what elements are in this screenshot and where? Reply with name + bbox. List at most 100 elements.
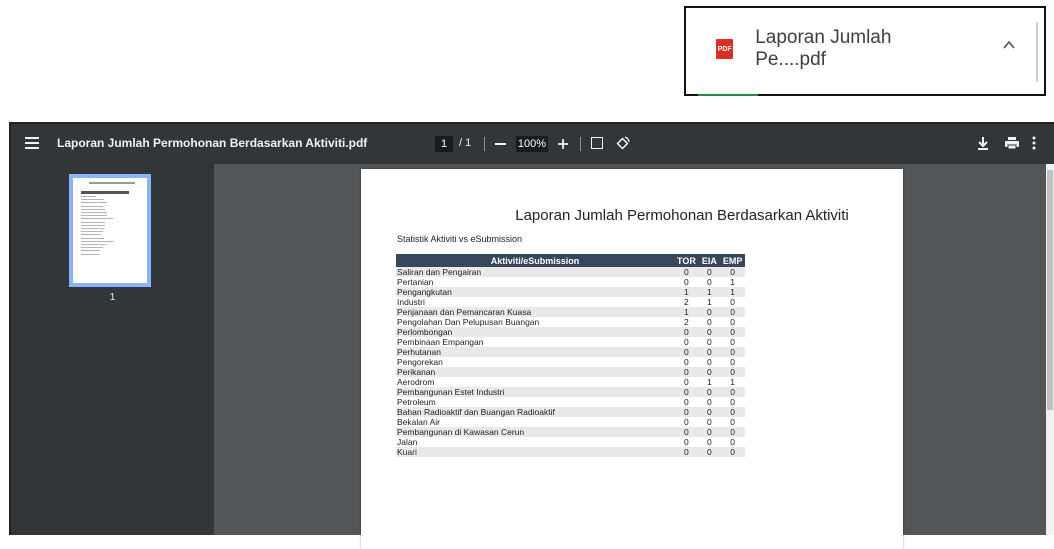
thumbnail-row-line	[81, 244, 106, 245]
thumbnail-row-line	[81, 240, 114, 242]
cell-eia: 0	[698, 367, 720, 377]
table-row: Industri 2 1 0	[396, 297, 746, 307]
cell-tor: 1	[674, 287, 699, 297]
column-header-activity: Aktiviti/eSubmission	[396, 254, 674, 267]
zoom-out-icon[interactable]	[495, 143, 506, 145]
cell-tor: 0	[674, 277, 699, 287]
cell-emp: 0	[719, 267, 746, 277]
cell-emp: 0	[719, 357, 746, 367]
pdf-viewer: Laporan Jumlah Permohonan Berdasarkan Ak…	[9, 122, 1054, 549]
viewer-toolbar: Laporan Jumlah Permohonan Berdasarkan Ak…	[11, 124, 1054, 164]
rotate-icon[interactable]	[615, 135, 631, 151]
thumbnail-row-line	[81, 208, 105, 210]
thumbnail-row-line	[81, 234, 101, 236]
cell-emp: 0	[719, 317, 746, 327]
table-row: Perhutanan 0 0 0	[396, 347, 746, 357]
cell-emp: 0	[719, 297, 746, 307]
download-progress-indicator	[698, 94, 758, 96]
document-area[interactable]: Laporan Jumlah Permohonan Berdasarkan Ak…	[214, 164, 1054, 549]
thumbnail-row-line	[81, 231, 103, 233]
cell-activity: Jalan	[396, 437, 674, 447]
zoom-level-input[interactable]: 100%	[516, 136, 548, 152]
thumbnail-title-line	[89, 182, 135, 184]
table-row: Pertanian 0 0 1	[396, 277, 746, 287]
cell-activity: Perhutanan	[396, 347, 674, 357]
table-row: Penjanaan dan Pemancaran Kuasa 1 0 0	[396, 307, 746, 317]
cell-tor: 0	[674, 337, 699, 347]
download-shelf-divider	[1036, 22, 1038, 82]
cell-activity: Pembangunan di Kawasan Cerun	[396, 427, 674, 437]
page-number-input[interactable]: 1	[435, 136, 453, 152]
download-shelf: PDF Laporan Jumlah Pe....pdf	[684, 6, 1046, 96]
cell-tor: 0	[674, 347, 699, 357]
cell-eia: 0	[698, 337, 720, 347]
table-row: Bahan Radioaktif dan Buangan Radioaktif 0…	[396, 407, 746, 417]
thumbnail-row-line	[81, 221, 105, 223]
cell-emp: 0	[719, 367, 746, 377]
thumbnail-sidebar: 1	[11, 164, 214, 535]
cell-tor: 0	[674, 417, 699, 427]
chevron-up-icon[interactable]	[1002, 38, 1016, 52]
cell-activity: Bekalan Air	[396, 417, 674, 427]
cell-activity: Saliran dan Pengairan	[396, 267, 674, 277]
cell-activity: Bahan Radioaktif dan Buangan Radioaktif	[396, 407, 674, 417]
more-options-icon[interactable]	[1032, 136, 1036, 150]
thumbnail-page-number: 1	[109, 292, 116, 303]
table-row: Bekalan Air 0 0 0	[396, 417, 746, 427]
column-header-tor: TOR	[674, 254, 699, 267]
fit-to-page-icon[interactable]	[591, 137, 603, 149]
column-header-eia: EIA	[698, 254, 720, 267]
print-icon[interactable]	[1005, 136, 1019, 150]
cell-eia: 1	[698, 297, 720, 307]
cell-tor: 0	[674, 407, 699, 417]
cell-emp: 1	[719, 277, 746, 287]
cell-tor: 0	[674, 387, 699, 397]
table-row: Pembangunan di Kawasan Cerun 0 0 0	[396, 427, 746, 437]
cell-tor: 0	[674, 377, 699, 387]
vertical-scrollbar[interactable]	[1046, 164, 1054, 535]
report-title: Laporan Jumlah Permohonan Berdasarkan Ak…	[515, 207, 849, 224]
toolbar-separator	[484, 137, 485, 151]
cell-activity: Penjanaan dan Pemancaran Kuasa	[396, 307, 674, 317]
cell-emp: 0	[719, 337, 746, 347]
cell-tor: 0	[674, 447, 699, 457]
cell-emp: 0	[719, 437, 746, 447]
cell-tor: 0	[674, 437, 699, 447]
cell-activity: Pengolahan Dan Pelupusan Buangan	[396, 317, 674, 327]
zoom-in-icon[interactable]	[556, 136, 570, 152]
scrollbar-thumb[interactable]	[1047, 170, 1053, 410]
cell-eia: 0	[698, 267, 720, 277]
pdf-file-icon: PDF	[716, 39, 734, 59]
cell-eia: 0	[698, 407, 720, 417]
thumbnail-row-line	[81, 218, 113, 220]
cell-eia: 0	[698, 417, 720, 427]
document-title: Laporan Jumlah Permohonan Berdasarkan Ak…	[57, 136, 368, 150]
cell-tor: 2	[674, 297, 699, 307]
page-total: / 1	[459, 137, 472, 149]
thumbnail-row-line	[81, 250, 100, 252]
cell-tor: 0	[674, 357, 699, 367]
cell-tor: 0	[674, 267, 699, 277]
cell-eia: 0	[698, 307, 720, 317]
cell-emp: 0	[719, 397, 746, 407]
cell-tor: 0	[674, 367, 699, 377]
menu-icon[interactable]	[25, 137, 39, 149]
table-row: Kuari 0 0 0	[396, 447, 746, 457]
cell-eia: 1	[698, 287, 720, 297]
download-item[interactable]: PDF Laporan Jumlah Pe....pdf	[698, 20, 958, 78]
cell-eia: 0	[698, 387, 720, 397]
cell-tor: 0	[674, 327, 699, 337]
cell-tor: 2	[674, 317, 699, 327]
cell-eia: 1	[698, 377, 720, 387]
cell-emp: 0	[719, 387, 746, 397]
cell-eia: 0	[698, 447, 720, 457]
cell-tor: 0	[674, 427, 699, 437]
cell-activity: Aerodrom	[396, 377, 674, 387]
table-row: Pengorekan 0 0 0	[396, 357, 746, 367]
cell-tor: 0	[674, 397, 699, 407]
download-icon[interactable]	[977, 136, 989, 150]
page-thumbnail[interactable]	[69, 174, 151, 287]
cell-eia: 0	[698, 357, 720, 367]
cell-activity: Pembinaan Empangan	[396, 337, 674, 347]
table-row: Saliran dan Pengairan 0 0 0	[396, 267, 746, 277]
